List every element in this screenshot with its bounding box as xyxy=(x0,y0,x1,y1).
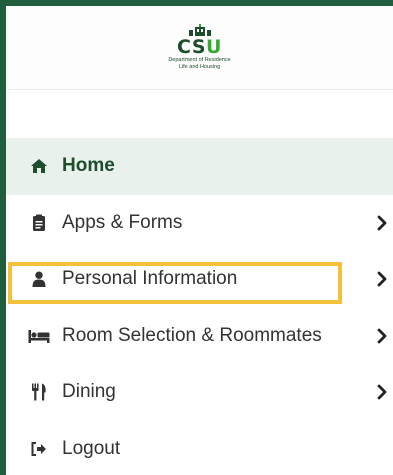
chevron-right-icon xyxy=(377,328,387,344)
sign-out-icon xyxy=(28,439,50,459)
building-logo-icon xyxy=(188,24,211,36)
utensils-icon xyxy=(28,382,50,402)
nav-item-personal-information[interactable]: Personal Information xyxy=(6,251,393,308)
nav-item-dining[interactable]: Dining xyxy=(6,364,393,421)
bed-icon xyxy=(28,326,50,346)
header-logo[interactable]: CSU Department of Residence Life and Hou… xyxy=(6,6,393,90)
nav-label-logout: Logout xyxy=(62,437,121,459)
app-frame: CSU Department of Residence Life and Hou… xyxy=(6,6,393,475)
user-icon xyxy=(28,269,50,289)
nav-label-room-selection: Room Selection & Roommates xyxy=(62,324,322,346)
chevron-right-icon xyxy=(377,215,387,231)
nav-label-apps-forms: Apps & Forms xyxy=(62,211,183,233)
nav-item-logout[interactable]: Logout xyxy=(6,421,393,475)
nav-label-dining: Dining xyxy=(62,381,116,403)
home-icon xyxy=(28,156,50,176)
clipboard-icon xyxy=(28,213,50,233)
chevron-right-icon xyxy=(377,271,387,287)
nav-item-apps-forms[interactable]: Apps & Forms xyxy=(6,195,393,252)
nav-label-home: Home xyxy=(62,155,115,177)
chevron-right-icon xyxy=(377,384,387,400)
sidebar-nav: Home Apps & Forms Personal Information R… xyxy=(6,138,393,475)
nav-label-personal-information: Personal Information xyxy=(62,268,238,290)
department-name: Department of Residence Life and Housing xyxy=(168,57,231,70)
nav-item-home[interactable]: Home xyxy=(6,138,393,195)
nav-item-room-selection[interactable]: Room Selection & Roommates xyxy=(6,308,393,365)
csu-logo-text: CSU xyxy=(177,36,222,58)
